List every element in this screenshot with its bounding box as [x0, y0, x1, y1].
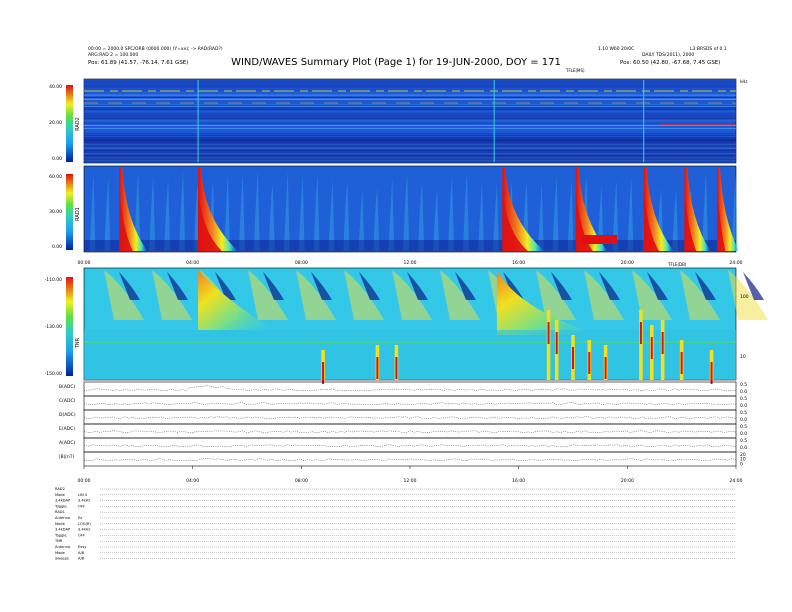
footer-label: 3.4kDAP [55, 528, 71, 532]
strip-right-tick: 0.0 [740, 403, 747, 409]
strip-label: E(ADC) [59, 426, 75, 432]
strip-xtick: 08:00 [295, 478, 308, 484]
strip-xtick: 16:00 [512, 478, 525, 484]
strip-label: B(ADC) [59, 384, 76, 390]
rad2-panel [83, 78, 737, 164]
strip-right-tick: 0.5 [740, 382, 747, 388]
footer-value: 3.4kHz [78, 528, 90, 532]
strip-series [83, 385, 737, 391]
panel-ylabel: RAD2 [75, 117, 81, 131]
rad2-colorbar [66, 85, 73, 162]
footer-value: LIN S [78, 493, 88, 497]
strip-series [83, 458, 737, 461]
panel-ylabel: RAD1 [75, 207, 81, 221]
footer-value: LOG(R) [78, 522, 91, 526]
strip-label: C(ADC) [59, 398, 76, 404]
strip-series [83, 430, 737, 433]
tnr-right-tick: 10 [740, 354, 746, 360]
tnr-ytick: -150.00 [45, 371, 63, 377]
tnr-ytick: -110.00 [45, 277, 63, 283]
tnr-ytick: -130.00 [45, 324, 63, 330]
rad2-ytick: 40.00 [49, 84, 62, 90]
footer-label: Toggle [54, 504, 67, 508]
strip-xtick: 12:00 [404, 478, 417, 484]
strip-series [83, 444, 737, 447]
footer-label: Antenna [55, 516, 70, 520]
footer-label: Mode [55, 551, 66, 555]
rad1-colorbar [66, 174, 73, 250]
instrument-settings-footer: RAD2 Mode LIN S 3.4kDAP 3.4kHz Toggle OFF RAD1 A… [54, 487, 735, 561]
rad1-ytick: 0.00 [52, 244, 62, 250]
summary-plot: B(ADC) 0.50.0C(ADC) 0.50.0D(ADC) 0.50.0E(AD… [45, 78, 768, 561]
strip-xtick: 00:00 [78, 478, 91, 484]
rad1-ytick: 60.00 [49, 174, 62, 180]
rad2-ytick: 0.00 [52, 156, 62, 162]
strip-xtick: 20:00 [621, 478, 634, 484]
strip-right-tick: 0.0 [740, 389, 747, 395]
strip-xtick: 04:00 [186, 478, 199, 484]
strip-right-tick: 0.0 [740, 417, 747, 423]
strip-right-tick: 0.0 [740, 445, 747, 451]
strip-right-tick: 0.0 [740, 431, 747, 437]
strip-label: D(ADC) [59, 412, 76, 418]
strip-frame [83, 409, 737, 425]
footer-label: Mode [55, 522, 66, 526]
footer-label: Toggle [54, 533, 67, 537]
strip-label: |B|(nT) [59, 454, 74, 460]
footer-label: Antenna [55, 545, 70, 549]
strip-frame [83, 437, 737, 453]
rad1-ytick: 30.00 [49, 209, 62, 215]
strip-right-tick: 0.5 [740, 438, 747, 444]
tnr-panel [83, 267, 768, 384]
strip-right-tick: 0.5 [740, 410, 747, 416]
rad1-xtick: 20:00 [621, 260, 634, 266]
rad1-xtick: 08:00 [295, 260, 308, 266]
footer-value: OFF [78, 533, 85, 537]
footer-label: 3.4kDAP [55, 499, 71, 503]
footer-label: Mode [55, 493, 66, 497]
strip-series [83, 402, 737, 405]
footer-value: A/B [78, 557, 85, 561]
footer-label: TNR [54, 539, 63, 543]
footer-label: Sweeps [55, 557, 69, 561]
rad1-panel [83, 165, 739, 253]
tds-strips: B(ADC) 0.50.0C(ADC) 0.50.0D(ADC) 0.50.0E(AD… [59, 381, 747, 467]
strip-right-tick: 0 [740, 461, 743, 467]
rad1-xtick: 24:00 [730, 260, 743, 266]
tnr-right-tick: 100 [740, 294, 749, 300]
strip-right-tick: 0.5 [740, 396, 747, 402]
rad1-xtick: 16:00 [512, 260, 525, 266]
rad1-xtick: 12:00 [404, 260, 417, 266]
strip-xtick: 24:00 [730, 478, 743, 484]
footer-label: RAD1 [55, 510, 65, 514]
footer-value: 3.4kHz [78, 499, 90, 503]
strip-label: A(ADC) [59, 440, 76, 446]
footer-label: RAD2 [55, 487, 65, 491]
strip-frame [83, 381, 737, 397]
tnr-colorbar [66, 277, 73, 376]
strip-right-tick: 0.5 [740, 424, 747, 430]
rad1-xtick: 04:00 [186, 260, 199, 266]
rad1-xtick: 00:00 [78, 260, 91, 266]
footer-value: Ex [78, 516, 83, 520]
footer-value: Exsy [78, 545, 87, 549]
panel-ylabel: TNR [75, 337, 81, 349]
strip-series [83, 416, 737, 419]
footer-value: A/B [78, 551, 85, 555]
footer-value: OFF [78, 504, 85, 508]
rad2-ytick: 20.00 [49, 120, 62, 126]
